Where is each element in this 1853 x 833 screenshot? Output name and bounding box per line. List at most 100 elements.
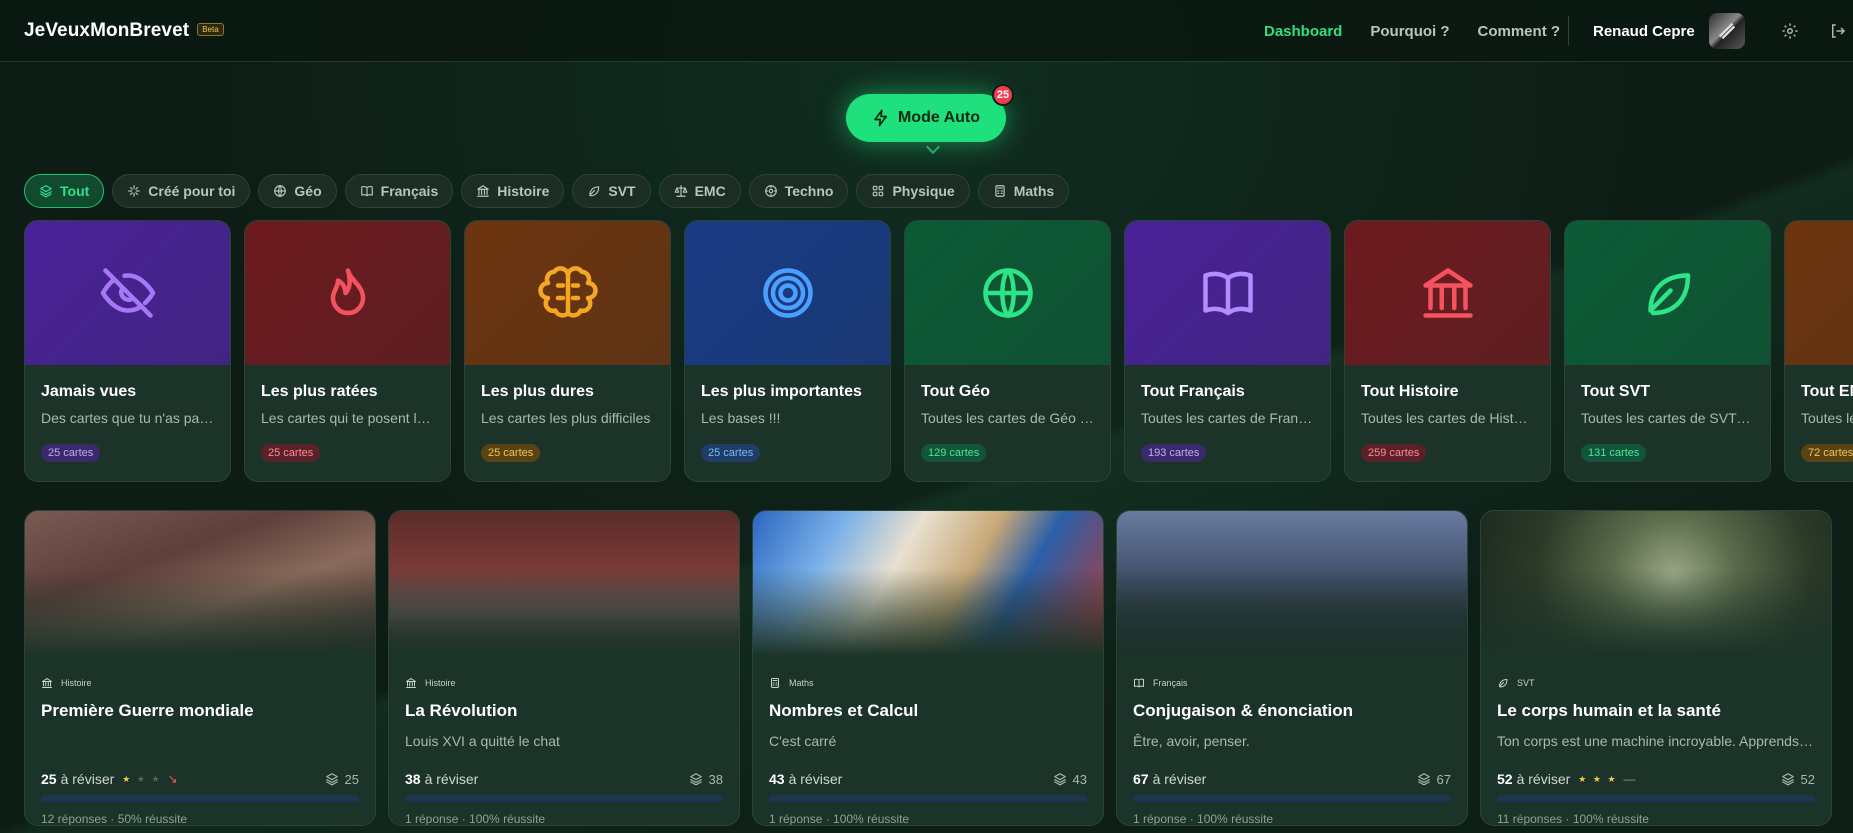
landmark-icon	[41, 677, 53, 689]
deck-header	[465, 221, 670, 365]
progress-bar	[1497, 795, 1815, 802]
subject-tag: Histoire	[41, 677, 359, 689]
subject-label: Histoire	[425, 678, 456, 688]
user-area: Renaud Cepre	[1568, 0, 1849, 62]
cards-total-value: 67	[1436, 771, 1451, 787]
subject-tag: SVT	[1497, 677, 1815, 689]
filter-chip-tout[interactable]: Tout	[24, 174, 105, 208]
deck-title: Tout EMC	[1801, 383, 1853, 400]
filter-chip-géo[interactable]: Géo	[258, 174, 337, 208]
course-card[interactable]: Histoire La Révolution Louis XVI a quitté …	[388, 510, 740, 826]
deck-title: Les plus dures	[481, 383, 594, 400]
subject-tag: Histoire	[405, 677, 723, 689]
filter-chip-créé-pour-toi[interactable]: Créé pour toi	[112, 174, 251, 208]
filter-label: Tout	[60, 183, 90, 199]
cards-total: 67	[1417, 772, 1451, 787]
layers-icon	[1053, 772, 1067, 786]
deck-description: Toutes les cartes de Géo du programme	[921, 410, 1094, 426]
deck-card[interactable]: Tout Français Toutes les cartes de França…	[1124, 220, 1331, 482]
mode-auto-button[interactable]: Mode Auto 25	[846, 84, 1014, 142]
nav-dashboard[interactable]: Dashboard	[1264, 23, 1342, 40]
deck-card[interactable]: Les plus dures Les cartes les plus diffic…	[464, 220, 671, 482]
target-icon	[758, 263, 818, 323]
filter-chip-techno[interactable]: Techno	[748, 174, 849, 208]
review-row: 25 à réviser ★ ★ ★ ↘ 25	[41, 771, 359, 787]
subject-label: Français	[1153, 678, 1188, 688]
filter-label: Maths	[1013, 183, 1055, 199]
course-card[interactable]: SVT Le corps humain et la santé Ton corps …	[1480, 510, 1832, 826]
deck-card[interactable]: Les plus ratées Les cartes qui te posent …	[244, 220, 451, 482]
brain-icon	[537, 263, 598, 323]
review-count: 25	[41, 771, 57, 787]
world-map-image	[25, 511, 375, 656]
notification-badge: 25	[992, 84, 1014, 106]
user-name[interactable]: Renaud Cepre	[1593, 23, 1695, 40]
deck-card[interactable]: Tout Histoire Toutes les cartes de Histoi…	[1344, 220, 1551, 482]
subject-tag: Maths	[769, 677, 1087, 689]
deck-card[interactable]: Tout EMC Toutes les cartes de EMC du prog…	[1784, 220, 1853, 482]
card-count-badge: 25 cartes	[261, 444, 321, 462]
layers-icon	[325, 772, 339, 786]
course-description: Être, avoir, penser.	[1133, 733, 1250, 749]
layers-icon	[1781, 772, 1795, 786]
deck-card[interactable]: Jamais vues Des cartes que tu n'as pas en…	[24, 220, 231, 482]
cards-total-value: 52	[1800, 771, 1815, 787]
deck-description: Les cartes qui te posent le plus de prob…	[261, 410, 434, 426]
nav-pourquoi[interactable]: Pourquoi ?	[1370, 23, 1449, 40]
deck-card[interactable]: Les plus importantes Les bases !!! 25 cart…	[684, 220, 891, 482]
deck-card[interactable]: Tout Géo Toutes les cartes de Géo du prog…	[904, 220, 1111, 482]
filter-label: Physique	[892, 183, 955, 199]
calculator-icon	[993, 184, 1007, 198]
course-card[interactable]: Maths Nombres et Calcul C'est carré 43 à rév…	[752, 510, 1104, 826]
course-stats: 1 réponse · 100% réussite	[405, 812, 546, 826]
deck-carousel: Jamais vues Des cartes que tu n'as pas en…	[24, 220, 1853, 482]
course-stats: 1 réponse · 100% réussite	[769, 812, 910, 826]
logout-icon[interactable]	[1827, 20, 1849, 42]
filter-label: Français	[380, 183, 439, 199]
mode-auto-label: Mode Auto	[897, 109, 981, 126]
course-card[interactable]: Français Conjugaison & énonciation Être, a…	[1116, 510, 1468, 826]
course-description: Louis XVI a quitté le chat	[405, 733, 560, 749]
filter-chip-emc[interactable]: EMC	[658, 174, 741, 208]
nav-comment[interactable]: Comment ?	[1478, 23, 1561, 40]
filter-label: Créé pour toi	[148, 183, 236, 199]
filter-chip-maths[interactable]: Maths	[977, 174, 1070, 208]
bastille-image	[389, 511, 739, 656]
filter-label: Géo	[294, 183, 322, 199]
course-title: Le corps humain et la santé	[1497, 701, 1721, 720]
bolt-icon	[874, 109, 888, 127]
layers-icon	[39, 184, 53, 198]
progress-bar	[1133, 795, 1451, 802]
deck-description: Toutes les cartes de SVT du programme	[1581, 410, 1754, 426]
cards-total-value: 43	[1072, 771, 1087, 787]
brand[interactable]: JeVeuxMonBrevet Beta	[24, 20, 224, 42]
avatar[interactable]	[1708, 13, 1745, 49]
deck-description: Toutes les cartes de EMC du programme	[1801, 410, 1853, 426]
deck-title: Les plus ratées	[261, 383, 378, 400]
cpu-icon	[764, 184, 778, 198]
cards-total: 25	[325, 772, 359, 787]
card-count-badge: 72 cartes	[1801, 444, 1853, 462]
filter-chip-physique[interactable]: Physique	[856, 174, 970, 208]
deck-header	[685, 221, 890, 365]
course-card[interactable]: Histoire Première Guerre mondiale 25 à rév…	[24, 510, 376, 826]
review-label: à réviser	[60, 771, 115, 787]
gear-icon[interactable]	[1779, 20, 1801, 42]
flame-icon	[318, 263, 378, 323]
filter-chip-histoire[interactable]: Histoire	[461, 174, 565, 208]
atom-icon	[871, 184, 885, 198]
card-count-badge: 25 cartes	[481, 444, 541, 462]
trend-icon: ↘	[167, 772, 178, 786]
deck-card[interactable]: Tout SVT Toutes les cartes de SVT du prog…	[1564, 220, 1771, 482]
brand-name: JeVeuxMonBrevet	[24, 19, 190, 41]
deck-description: Des cartes que tu n'as pas encore vues	[41, 410, 214, 426]
filter-chip-français[interactable]: Français	[344, 174, 454, 208]
number-dice-image	[753, 511, 1103, 656]
course-stats: 11 réponses · 100% réussite	[1497, 812, 1649, 826]
deck-title: Jamais vues	[41, 383, 137, 400]
course-title: Première Guerre mondiale	[41, 701, 254, 720]
review-row: 43 à réviser 43	[769, 771, 1087, 787]
course-stats: 12 réponses · 50% réussite	[41, 812, 188, 826]
deck-header	[25, 221, 230, 365]
filter-chip-svt[interactable]: SVT	[572, 174, 651, 208]
